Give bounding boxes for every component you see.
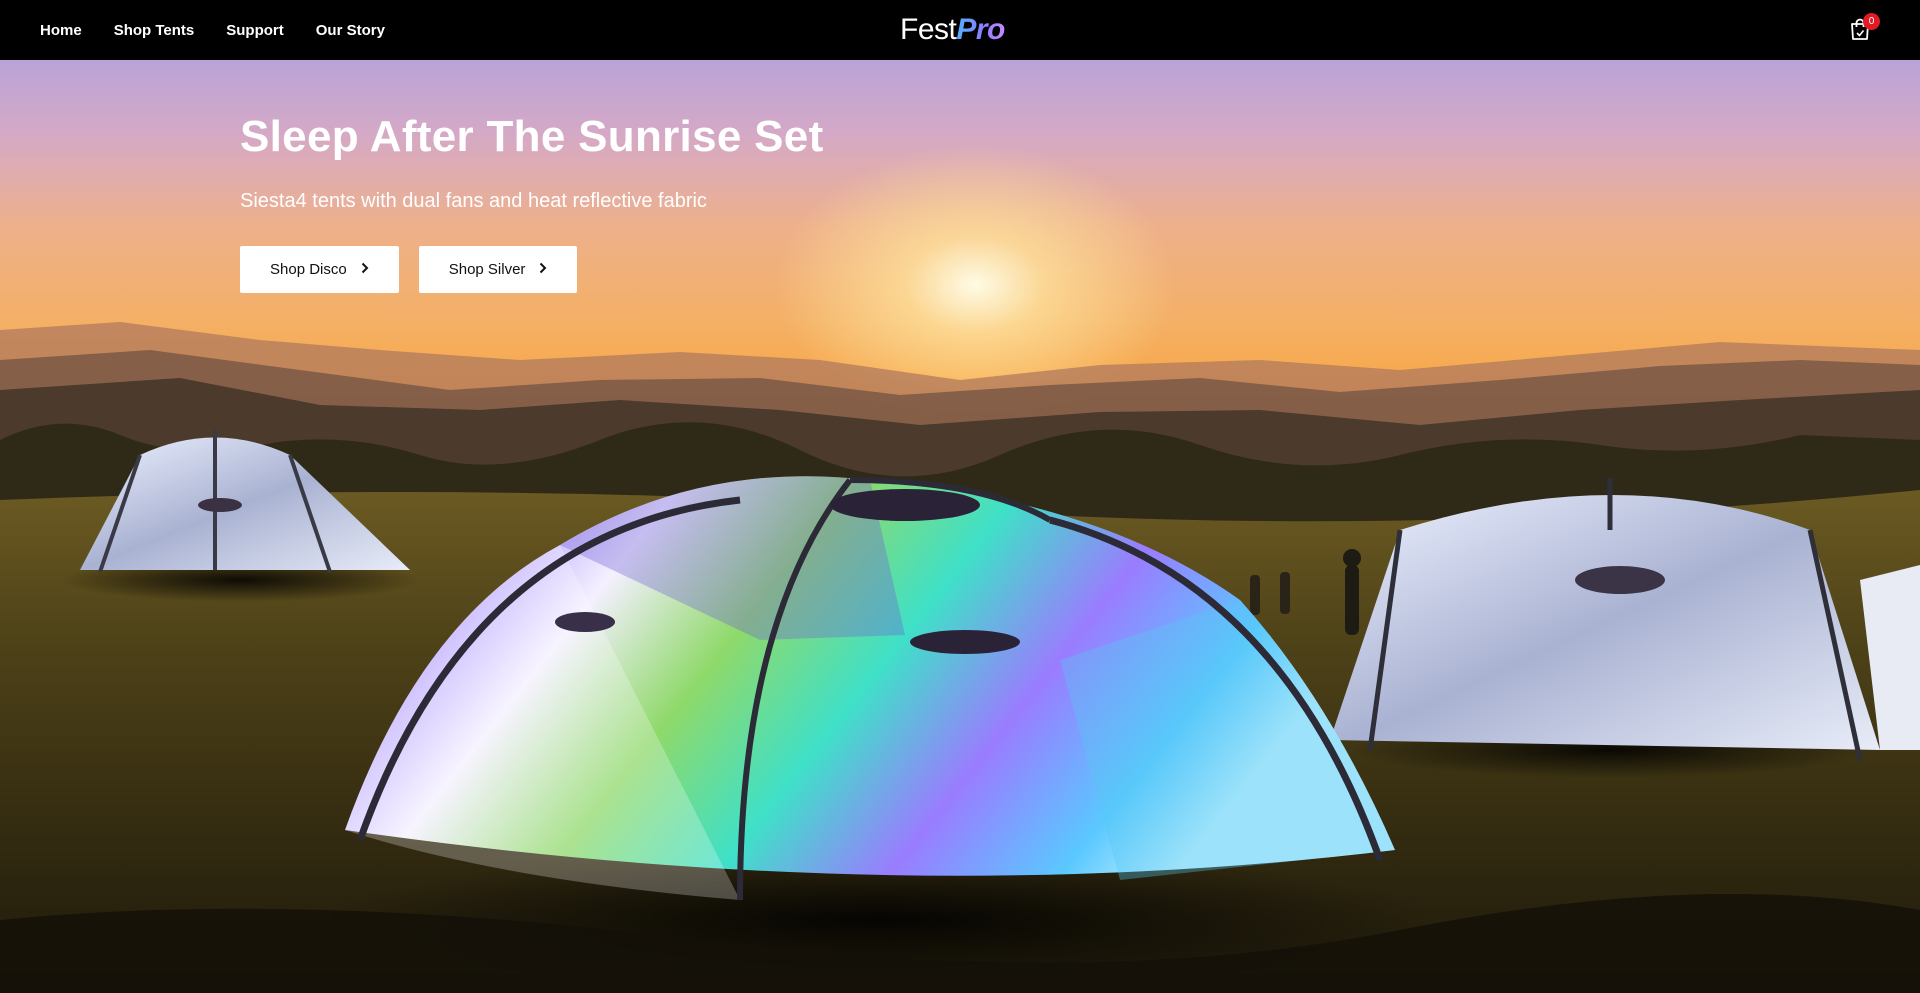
logo-text-fest: Fest [900, 13, 957, 46]
main-nav: Home Shop Tents Support Our Story [40, 0, 385, 60]
chevron-right-icon [539, 261, 547, 278]
chevron-right-icon [361, 261, 369, 278]
nav-home-link[interactable]: Home [40, 22, 82, 39]
festpro-logo[interactable]: Fest Pro [900, 12, 1005, 48]
cart-count-badge: 0 [1863, 13, 1880, 30]
hero-subtitle: Siesta4 tents with dual fans and heat re… [240, 190, 707, 212]
shop-silver-label: Shop Silver [448, 261, 526, 278]
hero-banner: Sleep After The Sunrise Set Siesta4 tent… [0, 60, 1920, 993]
shop-disco-button[interactable]: Shop Disco [240, 246, 399, 293]
cart-button[interactable]: 0 [1850, 13, 1880, 42]
nav-our-story-link[interactable]: Our Story [316, 22, 385, 39]
site-header: Home Shop Tents Support Our Story Fest Pr… [0, 0, 1920, 60]
hero-content: Sleep After The Sunrise Set Siesta4 tent… [240, 110, 1140, 293]
shop-silver-button[interactable]: Shop Silver [418, 246, 578, 293]
shop-disco-label: Shop Disco [270, 261, 347, 278]
nav-shop-tents-link[interactable]: Shop Tents [114, 22, 195, 39]
logo-text-pro: Pro [956, 13, 1005, 46]
hero-title: Sleep After The Sunrise Set [240, 112, 824, 161]
nav-support-link[interactable]: Support [226, 22, 284, 39]
hero-cta-group: Shop Disco Shop Silver [240, 246, 1140, 293]
